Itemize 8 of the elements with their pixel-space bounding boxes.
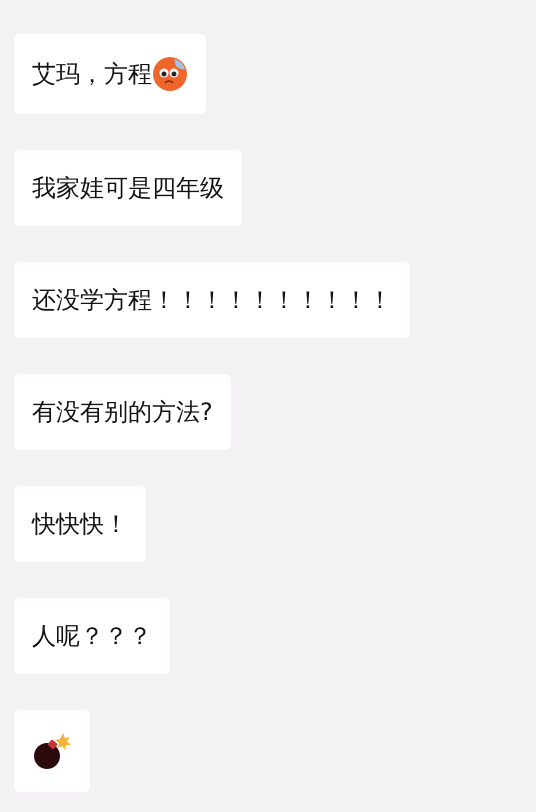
message-text: 我家娃可是四年级 [32,173,224,204]
sweating-face-icon [152,56,188,92]
message-text: 有没有别的方法? [32,397,213,428]
message-text: 人呢？？？ [32,621,152,652]
bomb-icon [32,732,72,770]
message-text: 快快快！ [32,509,128,540]
message-text: 还没学方程！！！！！！！！！！ [32,285,392,316]
message-text: 艾玛，方程 [32,59,152,90]
